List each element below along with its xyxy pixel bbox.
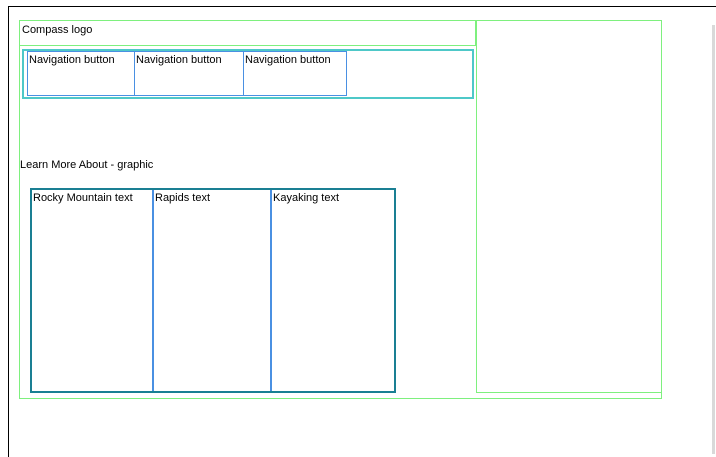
learn-more-graphic: Learn More About - graphic: [20, 159, 154, 171]
rapids-column: Rapids text: [154, 190, 272, 391]
logo-label: Compass logo: [22, 24, 93, 36]
rocky-mountain-column: Rocky Mountain text: [32, 190, 154, 391]
column-label: Rapids text: [155, 192, 211, 204]
nav-button-label: Navigation button: [136, 54, 222, 66]
nav-button-1[interactable]: Navigation button: [27, 51, 135, 96]
nav-button-label: Navigation button: [245, 54, 331, 66]
logo-placeholder[interactable]: Compass logo: [19, 20, 476, 46]
nav-button-2[interactable]: Navigation button: [134, 51, 244, 96]
vertical-scrollbar[interactable]: [712, 25, 715, 454]
sidebar-placeholder: [476, 20, 662, 393]
kayaking-column: Kayaking text: [272, 190, 394, 391]
nav-button-3[interactable]: Navigation button: [243, 51, 347, 96]
column-label: Rocky Mountain text: [33, 192, 133, 204]
nav-button-label: Navigation button: [29, 54, 115, 66]
column-label: Kayaking text: [273, 192, 340, 204]
